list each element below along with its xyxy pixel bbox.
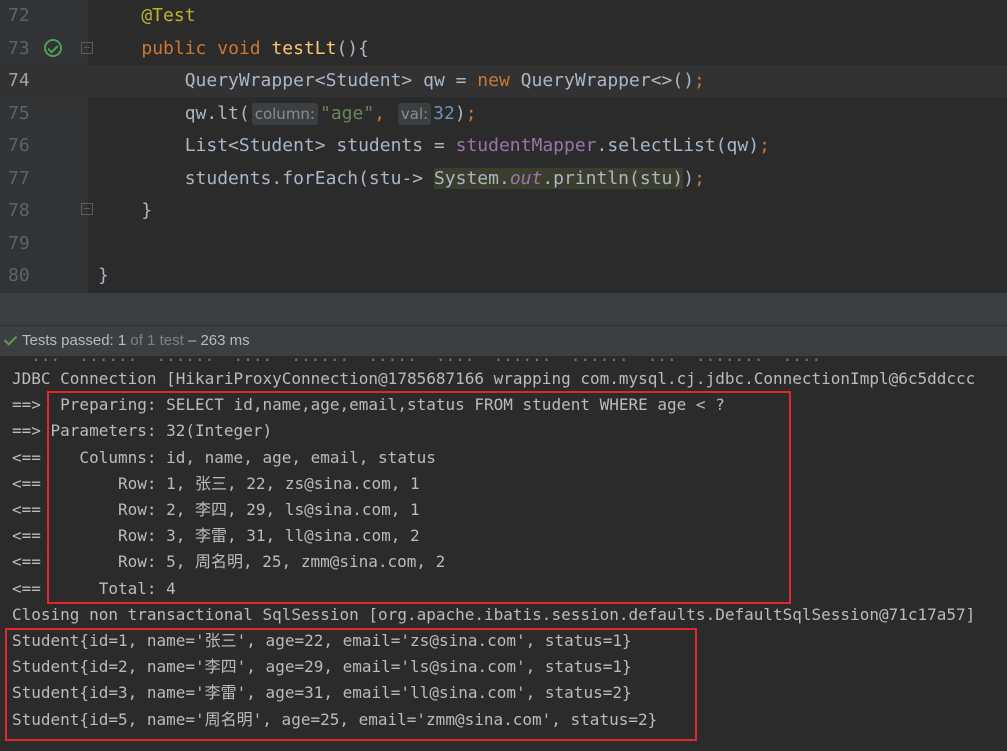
code-line[interactable]: 78 }	[0, 195, 1007, 227]
test-status-bar: Tests passed: 1 of 1 test – 263 ms	[0, 325, 1007, 356]
line-number: 73	[8, 37, 30, 59]
code-editor[interactable]: 72 @Test 73 public void testLt(){74 Query…	[0, 0, 1007, 293]
code-text: public void testLt(){	[141, 37, 369, 59]
line-number: 80	[8, 265, 30, 286]
code-line[interactable]: 77 students.forEach(stu-> System.out.pri…	[0, 163, 1007, 195]
console-output[interactable]: ... ...... ...... .... ...... ..... ....…	[0, 356, 1007, 751]
code-line[interactable]: 80}	[0, 260, 1007, 292]
console-line: Closing non transactional SqlSession [or…	[12, 604, 976, 624]
line-number: 72	[8, 5, 30, 26]
code-line[interactable]: 72 @Test	[0, 0, 1007, 32]
code-text: @Test	[98, 5, 196, 26]
console-line: JDBC Connection [HikariProxyConnection@1…	[12, 369, 976, 388]
student-output-highlight-box	[5, 628, 697, 741]
line-number: 78	[8, 200, 30, 221]
panel-separator	[0, 293, 1007, 325]
code-line[interactable]: 74 QueryWrapper<Student> qw = new QueryW…	[0, 65, 1007, 97]
code-line[interactable]: 75 qw.lt(column: "age", val: 32);	[0, 98, 1007, 130]
line-number: 74	[8, 70, 30, 91]
code-line[interactable]: 79	[0, 228, 1007, 260]
code-text: students.forEach(stu-> System.out.printl…	[98, 167, 705, 189]
code-text: QueryWrapper<Student> qw = new QueryWrap…	[98, 70, 705, 91]
line-number: 77	[8, 167, 30, 189]
code-text: qw.lt(column: "age", val: 32);	[98, 102, 477, 125]
line-number: 75	[8, 102, 30, 124]
fold-close-icon[interactable]	[81, 203, 93, 215]
line-number: 79	[8, 232, 30, 254]
code-text: }	[98, 200, 153, 221]
line-number: 76	[8, 135, 30, 156]
sql-log-highlight-box	[47, 391, 791, 604]
code-line[interactable]: 76 List<Student> students = studentMappe…	[0, 130, 1007, 162]
test-passed-run-icon[interactable]	[44, 39, 62, 57]
fold-open-icon[interactable]	[81, 42, 93, 54]
code-text: }	[98, 265, 109, 286]
code-text: List<Student> students = studentMapper.s…	[98, 135, 770, 156]
test-status-text: Tests passed: 1 of 1 test – 263 ms	[22, 332, 250, 349]
check-icon	[3, 333, 17, 347]
code-line[interactable]: 73 public void testLt(){	[0, 33, 1007, 65]
